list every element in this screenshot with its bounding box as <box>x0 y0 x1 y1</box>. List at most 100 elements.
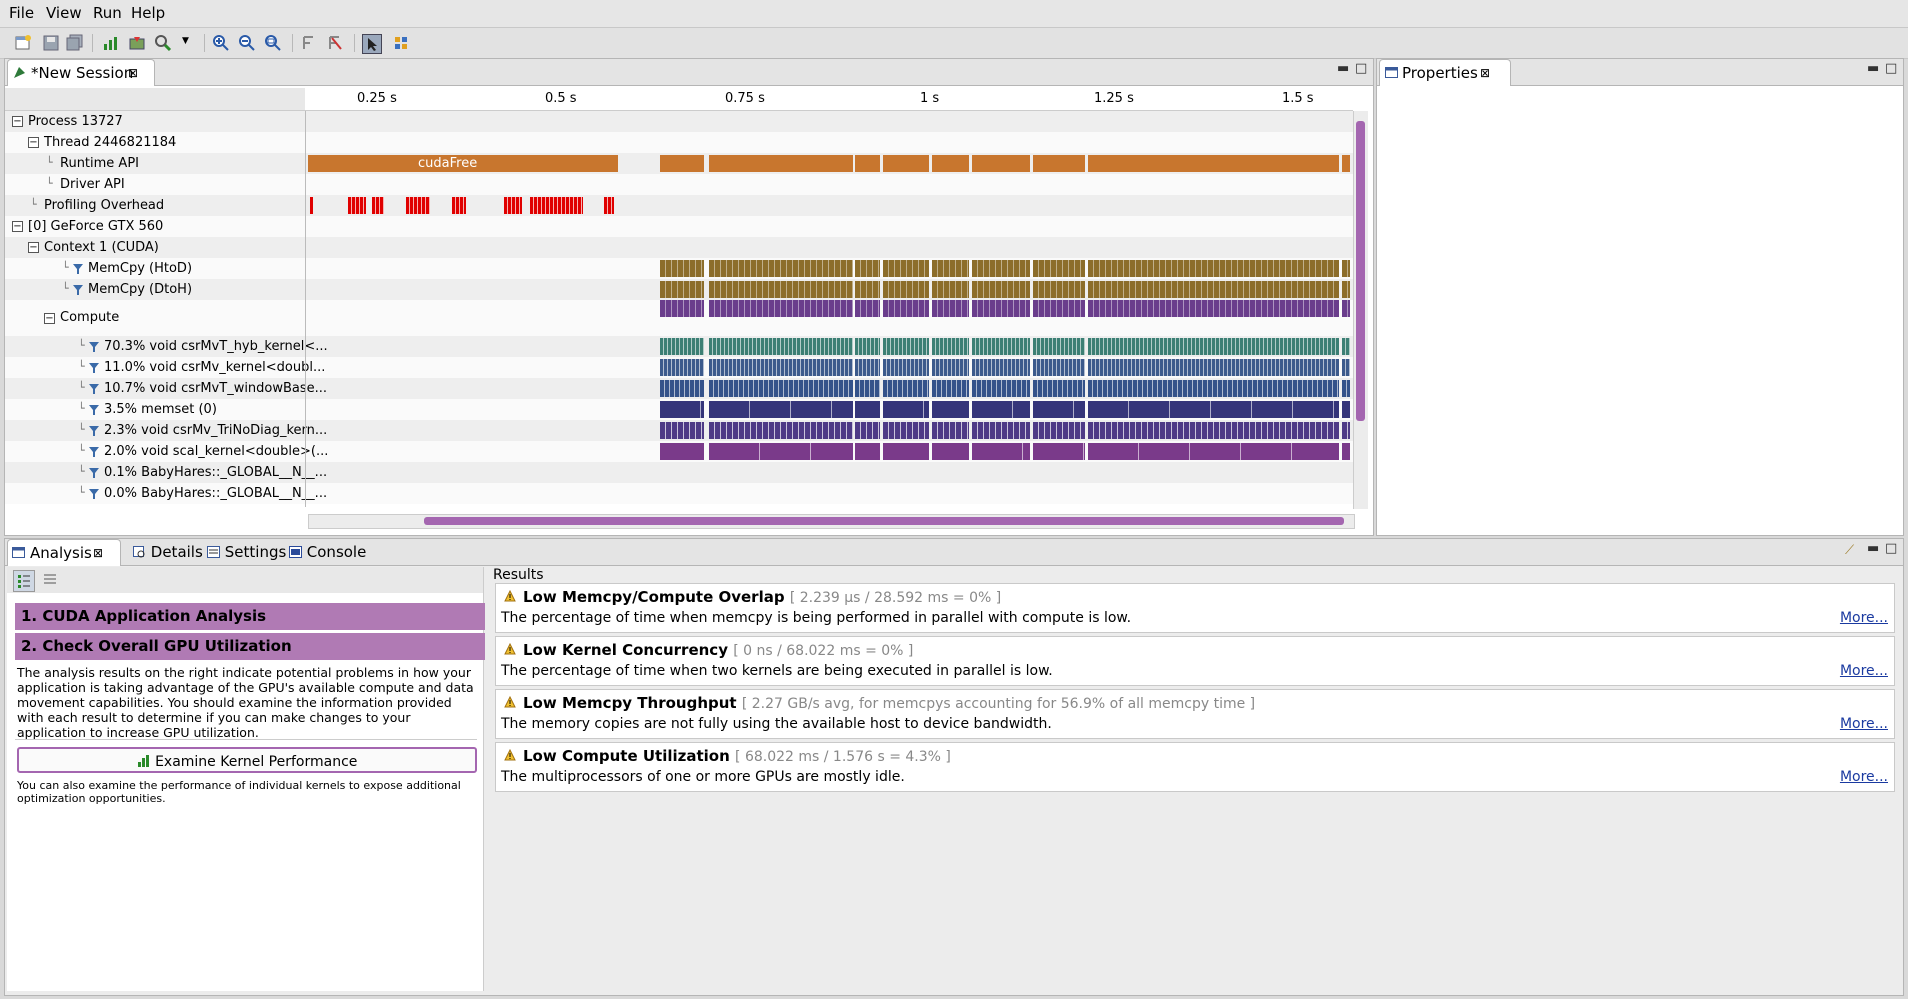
step-gpu-utilization[interactable]: 2. Check Overall GPU Utilization <box>15 633 485 660</box>
timeline-event[interactable] <box>932 401 969 418</box>
maximize-icon[interactable]: □ <box>1885 61 1897 76</box>
timeline-event[interactable] <box>1088 359 1339 376</box>
time-ruler[interactable]: 0.25 s 0.5 s 0.75 s 1 s 1.25 s 1.5 s <box>305 88 1353 111</box>
filter-icon[interactable] <box>88 404 100 416</box>
filter-icon[interactable] <box>88 446 100 458</box>
tree-divider[interactable] <box>305 111 306 507</box>
menu-file[interactable]: File <box>9 4 34 22</box>
timeline-event[interactable] <box>932 338 969 355</box>
list-view-icon[interactable] <box>41 571 59 589</box>
zoom-out-icon[interactable] <box>238 34 256 52</box>
timeline-event[interactable] <box>1342 155 1350 172</box>
timeline-row[interactable]: └ 70.3% void csrMvT_hyb_kernel<... <box>5 336 1353 357</box>
timeline-event[interactable] <box>883 443 929 460</box>
tab-console[interactable]: Console <box>283 539 372 565</box>
timeline-row[interactable]: └ 0.0% BabyHares::_GLOBAL__N__... <box>5 483 1353 504</box>
timeline-track[interactable]: cudaFree <box>308 155 1353 172</box>
timeline-event[interactable] <box>1033 380 1085 397</box>
clear-filter-icon[interactable] <box>326 34 344 52</box>
timeline-event[interactable] <box>972 359 1030 376</box>
timeline-event[interactable] <box>1342 422 1350 439</box>
timeline-row[interactable]: − Process 13727 <box>5 111 1353 132</box>
timeline-event[interactable] <box>855 380 880 397</box>
timeline-event[interactable] <box>972 281 1030 298</box>
timeline-event[interactable] <box>883 260 929 277</box>
more-link[interactable]: More... <box>1840 610 1888 626</box>
timeline-event[interactable] <box>452 197 466 214</box>
timeline-row[interactable]: └ Driver API <box>5 174 1353 195</box>
timeline-event[interactable] <box>1342 281 1350 298</box>
timeline-event[interactable] <box>1342 300 1350 317</box>
timeline-event[interactable] <box>660 422 704 439</box>
step-cuda-analysis[interactable]: 1. CUDA Application Analysis <box>15 603 485 630</box>
result-card[interactable]: Low Kernel Concurrency [ 0 ns / 68.022 m… <box>495 636 1895 686</box>
timeline-row[interactable]: − Compute <box>5 300 1353 336</box>
timeline-event[interactable] <box>709 281 853 298</box>
timeline-event[interactable] <box>709 359 853 376</box>
timeline-event[interactable] <box>932 260 969 277</box>
timeline-event[interactable] <box>855 300 880 317</box>
timeline-row[interactable]: └ Runtime API cudaFree <box>5 153 1353 174</box>
timeline-event[interactable] <box>1033 359 1085 376</box>
timeline-event[interactable] <box>932 155 969 172</box>
timeline-row[interactable]: └ 10.7% void csrMvT_windowBase... <box>5 378 1353 399</box>
timeline-event[interactable] <box>660 443 704 460</box>
timeline-track[interactable] <box>308 443 1353 460</box>
timeline-event[interactable] <box>709 401 853 418</box>
close-icon[interactable]: ⊠ <box>1480 60 1490 86</box>
timeline-event[interactable] <box>709 260 853 277</box>
timeline-event[interactable] <box>855 359 880 376</box>
timeline-event[interactable] <box>972 401 1030 418</box>
timeline-event[interactable] <box>1342 260 1350 277</box>
vertical-scrollbar[interactable] <box>1353 111 1368 509</box>
timeline-row[interactable]: └ 0.1% BabyHares::_GLOBAL__N__... <box>5 462 1353 483</box>
minimize-icon[interactable]: ▬ <box>1337 61 1349 76</box>
timeline-event[interactable] <box>1088 380 1339 397</box>
timeline-row[interactable]: − Context 1 (CUDA) <box>5 237 1353 258</box>
timeline-event[interactable] <box>1088 281 1339 298</box>
timeline-event[interactable] <box>883 338 929 355</box>
timeline-track[interactable] <box>308 260 1353 277</box>
timeline-event[interactable] <box>1033 443 1085 460</box>
timeline-event[interactable] <box>1088 401 1339 418</box>
timeline-event[interactable] <box>604 197 614 214</box>
tab-settings[interactable]: Settings <box>201 539 292 565</box>
timeline-event[interactable] <box>1088 338 1339 355</box>
timeline-event[interactable] <box>660 155 704 172</box>
minimize-icon[interactable]: ▬ <box>1867 541 1879 556</box>
maximize-icon[interactable]: □ <box>1885 541 1897 556</box>
filter-icon[interactable] <box>300 34 318 52</box>
timeline-event[interactable] <box>1033 300 1085 317</box>
timeline-event[interactable] <box>932 380 969 397</box>
timeline-event[interactable] <box>1342 401 1350 418</box>
tab-new-session[interactable]: *New Session ⊠ <box>7 59 155 86</box>
menu-run[interactable]: Run <box>93 4 122 22</box>
more-link[interactable]: More... <box>1840 716 1888 732</box>
collapse-toggle-icon[interactable]: − <box>12 116 23 127</box>
vertical-scroll-thumb[interactable] <box>1356 121 1365 421</box>
timeline-event[interactable] <box>1342 359 1350 376</box>
timeline-track[interactable] <box>308 300 1353 317</box>
layout-icon[interactable] <box>392 34 410 52</box>
timeline-event[interactable] <box>709 443 853 460</box>
timeline-event[interactable] <box>932 281 969 298</box>
timeline-event[interactable] <box>660 300 704 317</box>
timeline-track[interactable] <box>308 422 1353 439</box>
search-icon[interactable] <box>154 34 172 52</box>
examine-kernel-button[interactable]: Examine Kernel Performance <box>17 747 477 773</box>
select-mode-icon[interactable] <box>362 34 382 54</box>
timeline-event[interactable] <box>972 422 1030 439</box>
timeline-event[interactable] <box>883 401 929 418</box>
timeline-event[interactable] <box>932 443 969 460</box>
timeline-row[interactable]: └ 3.5% memset (0) <box>5 399 1353 420</box>
timeline-event[interactable] <box>883 281 929 298</box>
timeline-event[interactable] <box>660 281 704 298</box>
timeline-event[interactable] <box>932 359 969 376</box>
timeline-event[interactable] <box>504 197 522 214</box>
timeline-event[interactable] <box>932 422 969 439</box>
menu-view[interactable]: View <box>46 4 82 22</box>
horizontal-scroll-thumb[interactable] <box>424 517 1344 525</box>
timeline-event[interactable] <box>972 300 1030 317</box>
zoom-fit-icon[interactable] <box>264 34 282 52</box>
timeline-event[interactable] <box>1033 155 1085 172</box>
